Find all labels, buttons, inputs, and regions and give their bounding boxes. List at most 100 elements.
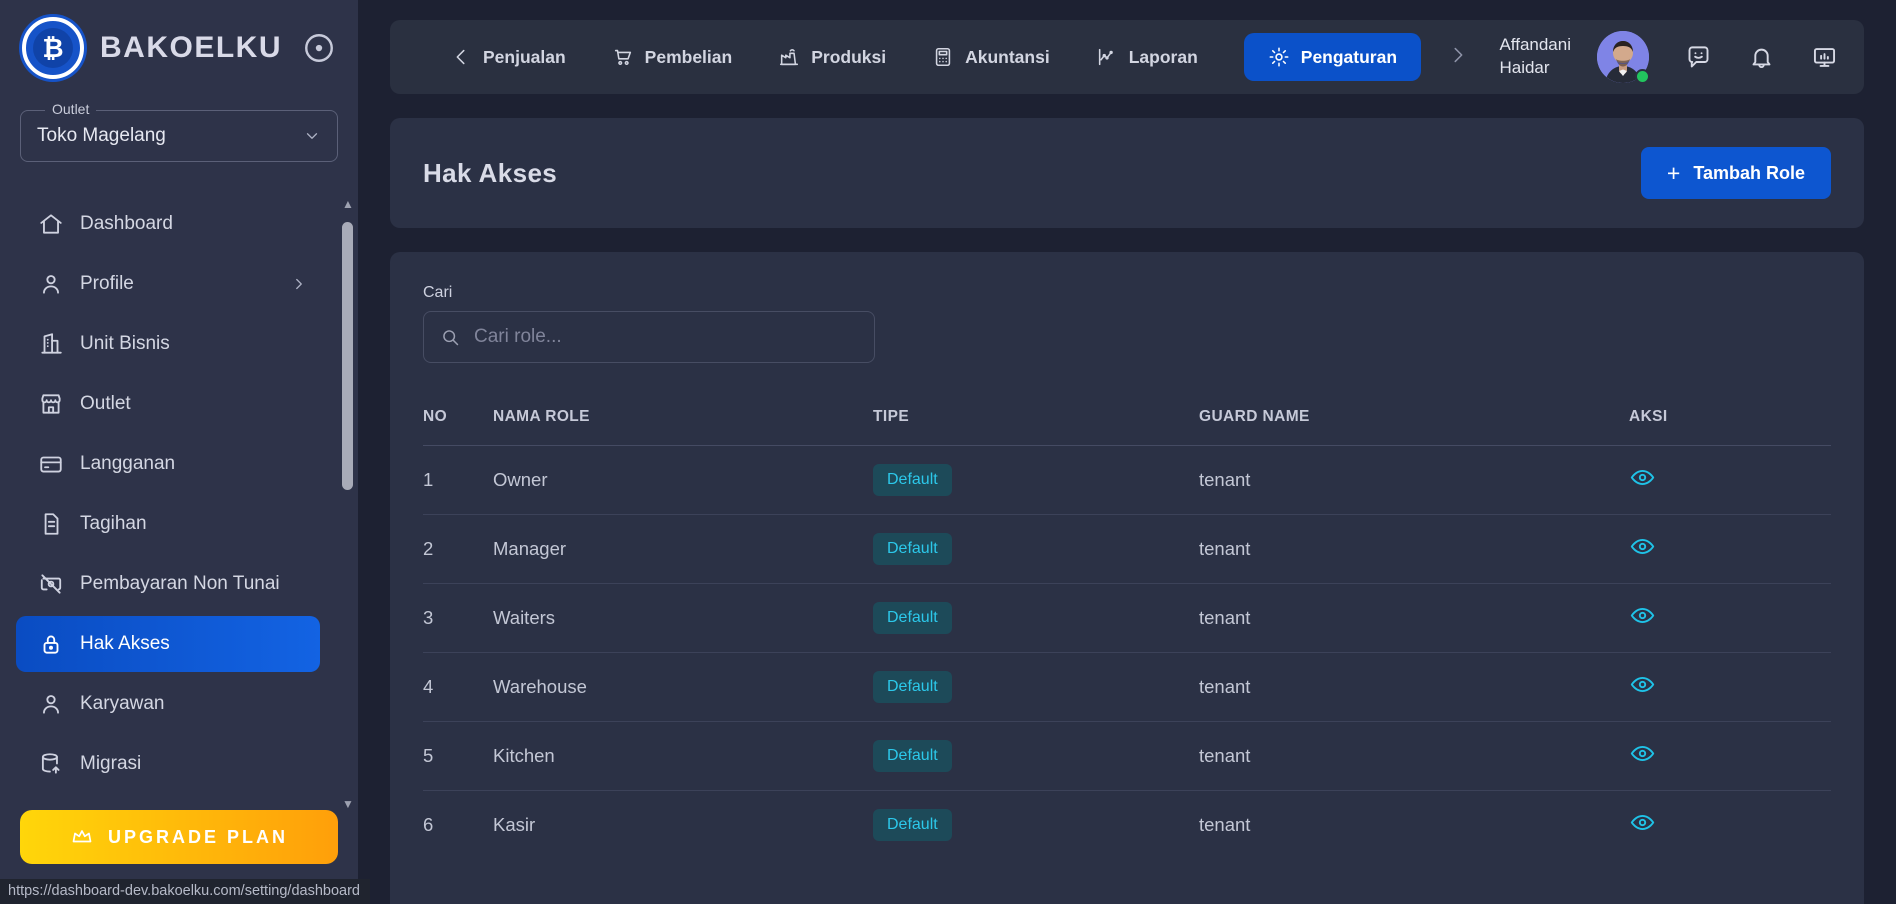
view-role-button[interactable] [1629, 532, 1659, 562]
view-role-button[interactable] [1629, 739, 1659, 769]
sidebar-item-langganan[interactable]: Langganan [16, 436, 320, 492]
nav-item-akuntansi[interactable]: Akuntansi [932, 46, 1050, 68]
sidebar-item-dashboard[interactable]: Dashboard [16, 196, 320, 252]
user-avatar[interactable] [1597, 31, 1650, 84]
home-icon [40, 214, 62, 234]
cell-aksi [1629, 601, 1831, 636]
user-name: Affandani Haidar [1499, 34, 1571, 80]
upgrade-plan-button[interactable]: UPGRADE PLAN [20, 810, 338, 864]
nav-item-label: Laporan [1128, 46, 1198, 67]
eye-icon [1630, 470, 1655, 485]
brand-name: BAKOELKU [100, 31, 282, 64]
cell-nama-role: Owner [493, 469, 548, 490]
nav-utility-icons [1685, 44, 1838, 71]
sidebar-item-karyawan[interactable]: Karyawan [16, 676, 320, 732]
table-header-row: NO NAMA ROLE TIPE GUARD NAME AKSI [423, 389, 1831, 445]
view-role-button[interactable] [1629, 601, 1659, 631]
credit-card-icon [40, 456, 62, 473]
nav-item-pengaturan[interactable]: Pengaturan [1243, 33, 1422, 81]
sidebar-item-label: Unit Bisnis [80, 333, 170, 354]
table-row: 4 Warehouse Default tenant [423, 652, 1831, 721]
sidebar-item-label: Migrasi [80, 753, 142, 774]
chevron-right-icon [1454, 47, 1463, 62]
nav-item-label: Produksi [811, 46, 887, 67]
upgrade-plan-label: UPGRADE PLAN [107, 826, 288, 847]
sidebar-item-unit-bisnis[interactable]: Unit Bisnis [16, 316, 320, 372]
cell-aksi [1629, 532, 1831, 567]
sidebar-item-hak-akses[interactable]: Hak Akses [16, 616, 320, 672]
gear-icon [1269, 47, 1289, 67]
cell-guard-name: tenant [1199, 676, 1251, 697]
cart-icon [614, 49, 631, 66]
monitor-icon[interactable] [1811, 44, 1838, 71]
sidebar-item-label: Tagihan [80, 513, 147, 534]
add-role-button[interactable]: + Tambah Role [1640, 147, 1831, 199]
chat-icon[interactable] [1685, 44, 1712, 71]
scrollbar-up-arrow[interactable]: ▲ [340, 196, 356, 212]
store-icon [41, 394, 61, 414]
eye-icon [1630, 746, 1655, 761]
column-header-nama-role: NAMA ROLE [493, 408, 590, 425]
database-up-icon [41, 753, 60, 774]
bell-icon[interactable] [1748, 44, 1775, 71]
crown-icon [72, 830, 92, 843]
outlet-select[interactable]: Outlet Toko Magelang [20, 101, 338, 162]
column-header-tipe: TIPE [873, 408, 910, 425]
cell-no: 6 [423, 814, 434, 835]
add-role-label: Tambah Role [1693, 162, 1805, 183]
view-role-button[interactable] [1629, 463, 1659, 493]
scrollbar-down-arrow[interactable]: ▼ [340, 796, 356, 812]
table-row: 5 Kitchen Default tenant [423, 721, 1831, 790]
cell-no: 1 [423, 469, 434, 490]
view-role-button[interactable] [1629, 808, 1659, 838]
table-row: 2 Manager Default tenant [423, 514, 1831, 583]
sidebar-item-tagihan[interactable]: Tagihan [16, 496, 320, 552]
sidebar-scrollbar[interactable]: ▲ ▼ [340, 196, 356, 812]
cell-guard-name: tenant [1199, 745, 1251, 766]
user-name-line1: Affandani [1499, 35, 1571, 55]
roles-table: NO NAMA ROLE TIPE GUARD NAME AKSI 1 Owne… [423, 389, 1831, 859]
sidebar-item-profile[interactable]: Profile [16, 256, 320, 312]
circle-dot-icon [305, 34, 333, 62]
sidebar: ₿ BAKOELKU Outlet Toko Magelang Dashboar… [0, 0, 358, 904]
nav-item-produksi[interactable]: Produksi [778, 46, 886, 68]
nav-item-penjualan[interactable]: Penjualan [450, 46, 566, 68]
bitcoin-icon: ₿ [33, 28, 73, 68]
tipe-badge: Default [873, 533, 952, 565]
search-input[interactable] [474, 326, 858, 348]
sidebar-item-migrasi[interactable]: Migrasi [16, 736, 320, 792]
tipe-badge: Default [873, 671, 952, 703]
chevron-right-icon [296, 278, 302, 290]
chevron-left-icon [456, 49, 465, 65]
cell-guard-name: tenant [1199, 469, 1251, 490]
column-header-no: NO [423, 408, 448, 425]
page-header-card: Hak Akses + Tambah Role [390, 118, 1864, 228]
eye-icon [1630, 608, 1655, 623]
table-row: 1 Owner Default tenant [423, 445, 1831, 514]
table-row: 3 Waiters Default tenant [423, 583, 1831, 652]
sidebar-item-outlet[interactable]: Outlet [16, 376, 320, 432]
top-nav-items: Penjualan Pembelian Produksi Akuntansi L… [450, 33, 1422, 81]
sidebar-item-label: Hak Akses [80, 633, 170, 654]
cell-tipe: Default [873, 533, 1199, 565]
tipe-badge: Default [873, 602, 952, 634]
sidebar-item-label: Dashboard [80, 213, 173, 234]
nav-item-label: Pengaturan [1300, 46, 1398, 67]
status-url-bar: https://dashboard-dev.bakoelku.com/setti… [0, 879, 370, 904]
nav-item-pembelian[interactable]: Pembelian [612, 46, 732, 68]
cell-nama-role: Kasir [493, 814, 536, 835]
cashless-icon [40, 574, 62, 594]
outlet-select-value: Toko Magelang [37, 125, 166, 146]
nav-scroll-right-button[interactable] [1447, 44, 1469, 71]
sidebar-item-label: Profile [80, 273, 134, 294]
sidebar-item-label: Outlet [80, 393, 131, 414]
sidebar-item-pembayaran-non-tunai[interactable]: Pembayaran Non Tunai [16, 556, 320, 612]
brand-logo: ₿ [22, 17, 84, 79]
main-area: Penjualan Pembelian Produksi Akuntansi L… [358, 0, 1896, 904]
sidebar-toggle-button[interactable] [302, 31, 336, 65]
scrollbar-thumb[interactable] [342, 222, 353, 490]
page-title: Hak Akses [423, 157, 558, 188]
view-role-button[interactable] [1629, 670, 1659, 700]
cell-nama-role: Warehouse [493, 676, 587, 697]
nav-item-laporan[interactable]: Laporan [1096, 46, 1198, 68]
